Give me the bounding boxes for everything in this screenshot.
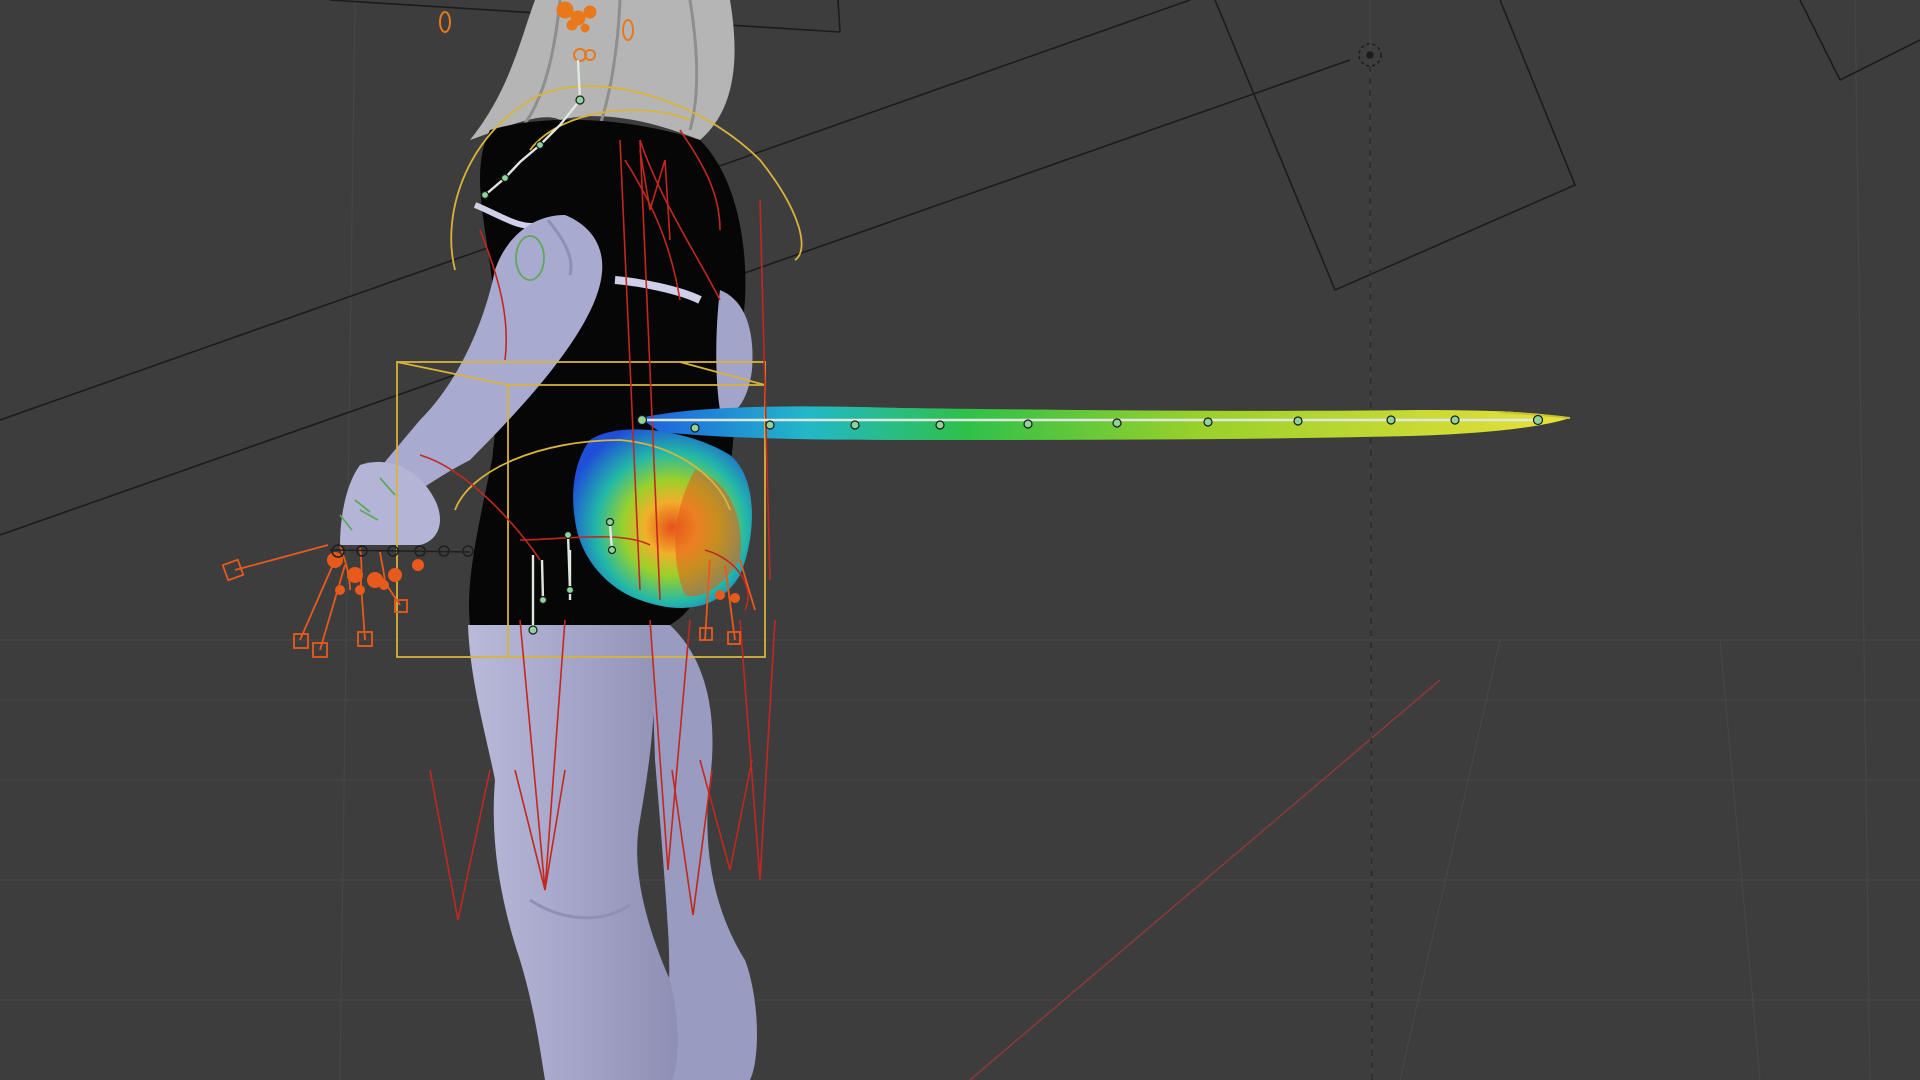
character-mesh[interactable] <box>340 0 757 1080</box>
light-empty[interactable] <box>1358 43 1382 1080</box>
viewport-canvas[interactable] <box>0 0 1920 1080</box>
3d-viewport[interactable] <box>0 0 1920 1080</box>
leg-front <box>468 625 678 1080</box>
tail-weight-paint[interactable] <box>640 406 1570 440</box>
hand-bone-chain <box>329 544 474 558</box>
camera-frustum[interactable] <box>0 0 1920 536</box>
floor-grid <box>0 0 1920 1080</box>
